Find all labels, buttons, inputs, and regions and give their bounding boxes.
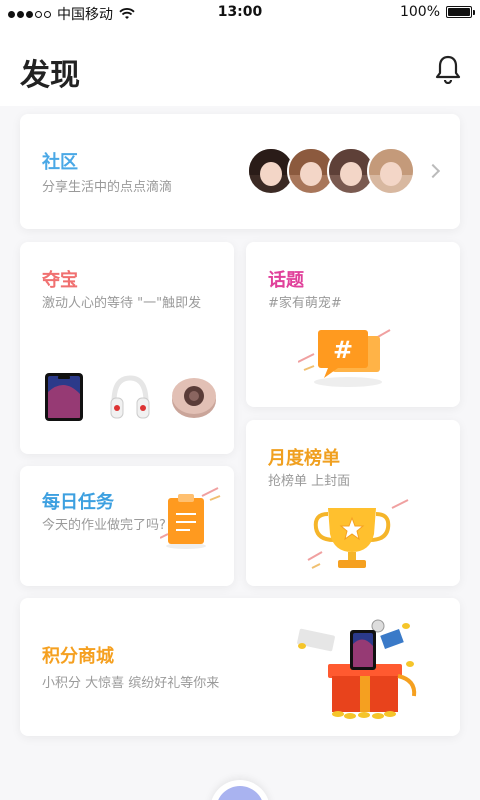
ranking-title: 月度榜单 — [268, 448, 340, 469]
treasure-subtitle: 激动人心的等待 "一"触即发 — [42, 296, 202, 311]
topic-card[interactable]: 话题 #家有萌宠# # — [246, 242, 460, 407]
clipboard-icon — [160, 487, 221, 549]
points-mall-card[interactable]: 积分商城 小积分 大惊喜 缤纷好礼等你来 — [20, 598, 460, 736]
topic-title: 话题 — [268, 270, 304, 291]
daily-task-card[interactable]: 每日任务 今天的作业做完了吗? — [20, 466, 234, 586]
chevron-right-icon — [425, 163, 441, 179]
bell-icon[interactable] — [434, 54, 462, 84]
ranking-card[interactable]: 月度榜单 抢榜单 上封面 — [246, 420, 460, 586]
status-bar: 中国移动 13:00 100% — [0, 0, 480, 26]
bottom-action-inner — [216, 786, 264, 800]
treasure-title: 夺宝 — [42, 270, 78, 291]
points-mall-subtitle: 小积分 大惊喜 缤纷好礼等你来 — [42, 676, 220, 691]
points-mall-title: 积分商城 — [42, 646, 114, 667]
status-right: 100% — [399, 4, 475, 20]
svg-text:#: # — [333, 336, 353, 364]
page-title: 发现 — [20, 58, 80, 93]
community-title: 社区 — [42, 152, 78, 173]
gift-box-icon — [297, 619, 417, 719]
daily-task-title: 每日任务 — [42, 492, 114, 513]
hash-bubble-icon: # — [298, 329, 391, 387]
bottom-action-button[interactable] — [210, 780, 270, 800]
header: 发现 — [0, 26, 480, 106]
daily-task-subtitle: 今天的作业做完了吗? — [42, 518, 166, 533]
topic-subtitle: #家有萌宠# — [268, 296, 342, 311]
community-card[interactable]: 社区 分享生活中的点点滴滴 — [20, 114, 460, 229]
treasure-card[interactable]: 夺宝 激动人心的等待 "一"触即发 — [20, 242, 234, 454]
trophy-icon — [307, 499, 409, 569]
phone-icon — [45, 373, 83, 421]
avatar-group — [247, 147, 415, 195]
ranking-subtitle: 抢榜单 上封面 — [268, 474, 351, 489]
community-subtitle: 分享生活中的点点滴滴 — [42, 180, 173, 195]
headphones-icon — [110, 375, 150, 419]
battery-icon — [446, 6, 475, 18]
speaker-icon — [172, 378, 216, 418]
battery-percent: 100% — [399, 4, 440, 20]
avatar — [367, 147, 415, 195]
